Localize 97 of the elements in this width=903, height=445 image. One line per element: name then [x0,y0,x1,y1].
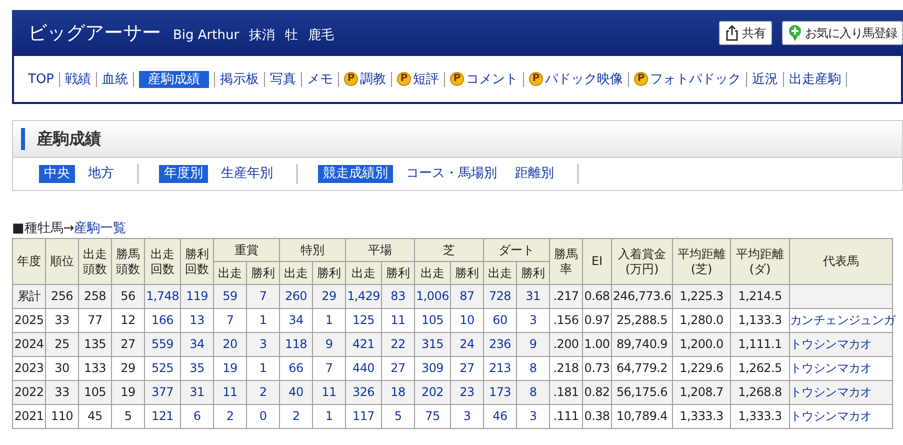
column-header: 勝利 [450,262,484,284]
pin-plus-icon [788,24,802,42]
column-header: 出走回数 [144,238,180,284]
filter-tab[interactable]: コース・馬場別 [401,165,502,183]
table-link[interactable]: 3 [529,313,537,327]
table-link[interactable]: 3 [463,409,471,423]
column-header: 平均距離 (芝) [672,238,730,284]
share-button[interactable]: 共有 [719,21,772,45]
p-badge: P [344,72,358,86]
column-header: 勝利回数 [180,238,214,284]
horse-name: ビッグアーサー [28,20,161,46]
column-header: 芝 [414,238,484,262]
table-link[interactable]: 5 [394,409,402,423]
breadcrumb-link[interactable]: 産駒一覧 [74,221,126,237]
table-link[interactable]: 6 [193,409,201,423]
column-header: 勝馬頭数 [112,238,144,284]
breadcrumb-text: ■種牡馬→ [12,221,74,237]
nav-link[interactable]: P 調教 [344,70,386,88]
table-link[interactable]: 2 [259,385,267,399]
column-header: 勝利 [516,262,550,284]
filter-tab[interactable]: 地方 [83,165,119,183]
column-header: 勝利 [312,262,346,284]
table-cell: 10,789.4 [612,404,672,428]
column-header: 平場 [346,238,414,262]
table-link[interactable]: 9 [529,337,537,351]
p-badge: P [450,72,464,86]
nav-link[interactable]: TOP [28,70,54,88]
column-header: EI [582,238,612,284]
table-link[interactable]: 2 [226,409,234,423]
column-header: 入着賞金 (万円) [612,238,672,284]
share-icon [725,25,739,41]
nav-link[interactable]: 掲示板 [220,70,260,88]
horse-info: 鹿毛 [308,26,334,45]
table-cell: .111 [550,404,582,428]
filter-tab[interactable]: 距離別 [510,165,559,183]
nav-link[interactable]: P コメント [450,70,518,88]
table-link[interactable]: 3 [259,337,267,351]
nav-link[interactable]: P フォトパドック [634,70,742,88]
p-badge: P [397,72,412,86]
nav-link[interactable]: 産駒成績 [139,70,210,88]
column-header: 重賞 [214,238,280,262]
table-link[interactable]: 1 [325,313,333,327]
column-header: 出走 [280,262,312,284]
filter-tab[interactable]: 年度別 [159,165,208,183]
column-header: 代表馬 [790,238,892,284]
column-header: 勝馬率 [550,238,582,284]
table-link[interactable]: 7 [226,313,234,327]
nav-link[interactable]: 写真 [270,70,296,88]
nav-link[interactable]: 戦績 [65,70,92,88]
table-link[interactable]: 1 [325,409,333,423]
table-link[interactable]: 3 [529,409,537,423]
table-cell: 1,333.3 [672,404,730,428]
table-cell: 110 [46,404,78,428]
table-link[interactable]: 9 [325,337,333,351]
table-cell: 45 [78,404,112,428]
horse-info: 牡 [285,26,298,45]
column-header: 特別 [280,238,346,262]
table-cell: 2021 [12,404,46,428]
table-link[interactable]: 1 [259,313,267,327]
column-header: 勝利 [382,262,414,284]
table-cell: 1,333.3 [730,404,790,428]
nav-link[interactable]: P 短評 [397,70,440,88]
filter-tab[interactable]: 中央 [39,165,75,183]
table-link[interactable]: 8 [529,361,537,375]
column-header: 年度 [12,238,46,284]
horse-info: Big Arthur [173,26,240,45]
table-link[interactable]: 8 [529,385,537,399]
section-title: 産駒成績 [37,128,101,150]
column-header: ダート [484,238,550,262]
table-link[interactable]: カンチェンジュンガ [790,313,896,327]
table-link[interactable]: 0 [259,409,267,423]
column-header: 出走 [414,262,450,284]
table-cell: 0.38 [582,404,612,428]
nav-link[interactable]: 出走産駒 [789,70,842,88]
table-link[interactable]: 7 [325,361,333,375]
horse-info: 抹消 [249,26,276,45]
favorite-button[interactable]: お気に入り馬登録 [782,21,903,45]
column-header: 出走 [484,262,516,284]
table-cell: 5 [112,404,144,428]
column-header: 出走頭数 [78,238,112,284]
p-badge: P [529,72,544,86]
table-link[interactable]: 2 [292,409,300,423]
accent-bar-icon [21,128,25,150]
nav-link[interactable]: 近況 [752,70,778,88]
p-badge: P [634,72,648,86]
filter-tab[interactable]: 生産年別 [216,165,278,183]
column-header: 勝利 [246,262,280,284]
filter-tab[interactable]: 競走成績別 [318,165,393,183]
column-header: 出走 [214,262,246,284]
nav-link[interactable]: 血統 [102,70,128,88]
table-link[interactable]: 7 [259,289,267,303]
column-header: 平均距離 (ダ) [730,238,790,284]
nav-link[interactable]: メモ [307,70,334,88]
nav-link[interactable]: P パドック映像 [529,70,624,88]
column-header: 出走 [346,262,382,284]
table-link[interactable]: 1 [259,361,267,375]
column-header: 順位 [46,238,78,284]
